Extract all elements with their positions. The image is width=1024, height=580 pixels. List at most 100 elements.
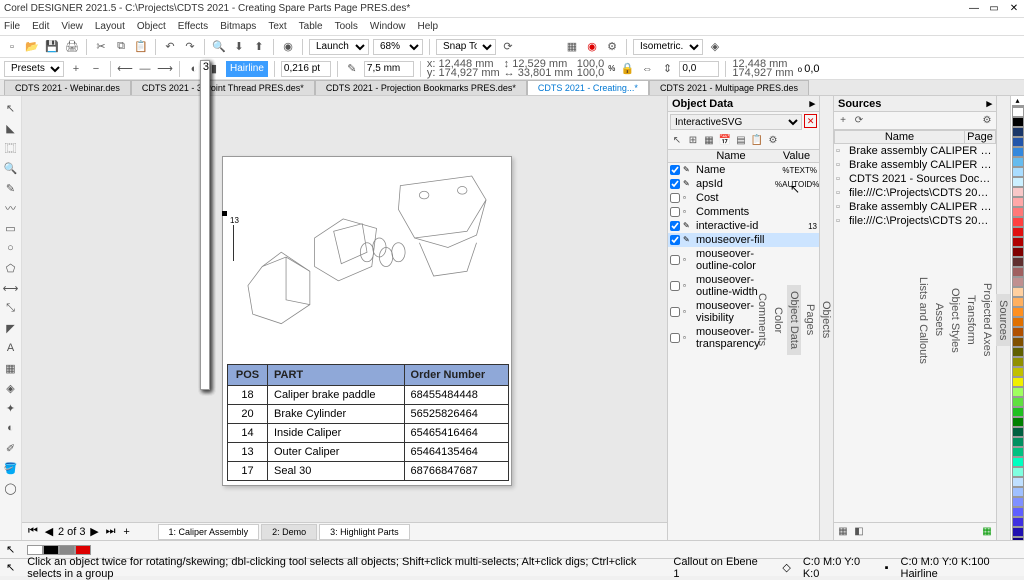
red-icon[interactable]: ◉ <box>584 39 600 55</box>
edit-icon[interactable]: ▫ <box>683 193 693 203</box>
od-btn1-icon[interactable]: ↖ <box>670 134 684 148</box>
field-checkbox[interactable] <box>670 281 680 291</box>
field-checkbox[interactable] <box>670 235 680 245</box>
menu-layout[interactable]: Layout <box>95 21 125 32</box>
object-data-row[interactable]: ▫Cost <box>668 191 819 205</box>
edit-icon[interactable]: ▫ <box>683 255 693 265</box>
od-btn5-icon[interactable]: ▤ <box>734 134 748 148</box>
outline-width-field[interactable]: Hairline <box>226 61 268 77</box>
color-swatch[interactable] <box>1012 237 1024 247</box>
color-swatch[interactable] <box>1012 257 1024 267</box>
callout-tool-icon[interactable]: ◤ <box>3 320 19 336</box>
edit-icon[interactable]: ✎ <box>683 235 693 245</box>
od-btn7-icon[interactable]: ⚙ <box>766 134 780 148</box>
color-swatch[interactable] <box>1012 367 1024 377</box>
field-checkbox[interactable] <box>670 193 680 203</box>
swatch[interactable] <box>43 545 59 555</box>
line-style-icon[interactable]: — <box>137 61 153 77</box>
color-swatch[interactable] <box>1012 417 1024 427</box>
menu-tools[interactable]: Tools <box>335 21 358 32</box>
od-btn3-icon[interactable]: ▦ <box>702 134 716 148</box>
canvas-area[interactable]: POS PART Order Number 18Caliper brake pa… <box>22 96 667 540</box>
vtab-sources[interactable]: Sources <box>996 294 1010 346</box>
new-icon[interactable]: ▫ <box>4 39 20 55</box>
color-swatch[interactable] <box>1012 407 1024 417</box>
curve-tool-icon[interactable]: 〰 <box>3 200 19 216</box>
paste-icon[interactable]: 📋 <box>133 39 149 55</box>
vtab-objects[interactable]: Objects <box>819 295 833 344</box>
color-swatch[interactable] <box>1012 287 1024 297</box>
color-swatch[interactable] <box>1012 227 1024 237</box>
text-tool-icon[interactable]: A <box>3 340 19 356</box>
first-page-icon[interactable]: ⏮ <box>26 525 40 539</box>
fill-tool-icon[interactable]: 🪣 <box>3 460 19 476</box>
color-swatch[interactable] <box>1012 157 1024 167</box>
page-tab-active[interactable]: 2: Demo <box>261 524 317 540</box>
doc-tab[interactable]: CDTS 2021 - 3-Point Thread PRES.des* <box>131 80 315 95</box>
edit-icon[interactable]: ▫ <box>683 207 693 217</box>
save-icon[interactable]: 💾 <box>44 39 60 55</box>
transparency-tool-icon[interactable]: ◐ <box>3 420 19 436</box>
edit-icon[interactable]: ✎ <box>683 221 693 231</box>
src-refresh-icon[interactable]: ⟳ <box>852 114 866 128</box>
doc-tab-active[interactable]: CDTS 2021 - Creating...* <box>527 80 649 95</box>
minimize-button[interactable]: — <box>968 3 980 15</box>
crop-tool-icon[interactable]: ⿴ <box>3 140 19 156</box>
snap-combo[interactable]: Snap To <box>436 39 496 55</box>
redo-icon[interactable]: ↷ <box>182 39 198 55</box>
next-page-icon[interactable]: ▶ <box>88 525 102 539</box>
vtab-pages[interactable]: Pages <box>803 298 817 341</box>
color-swatch[interactable] <box>1012 477 1024 487</box>
edit-icon[interactable]: ✎ <box>683 179 693 189</box>
color-swatch[interactable] <box>1012 217 1024 227</box>
color-swatch[interactable] <box>1012 397 1024 407</box>
vtab-comments[interactable]: Comments <box>755 287 769 352</box>
vtab-object-styles[interactable]: Object Styles <box>948 282 962 359</box>
vtab-assets[interactable]: Assets <box>932 297 946 342</box>
refresh-icon[interactable]: ⟳ <box>500 39 516 55</box>
color-swatch[interactable] <box>1012 427 1024 437</box>
color-swatch[interactable] <box>1012 277 1024 287</box>
object-data-row[interactable]: ✎apsId%AUTOID% <box>668 177 819 191</box>
outline-tool-icon[interactable]: ◯ <box>3 480 19 496</box>
cut-icon[interactable]: ✂ <box>93 39 109 55</box>
color-swatch[interactable] <box>1012 467 1024 477</box>
table-tool-icon[interactable]: ▦ <box>3 360 19 376</box>
eyedropper-tool-icon[interactable]: ✐ <box>3 440 19 456</box>
color-swatch[interactable] <box>1012 177 1024 187</box>
projected-tool-icon[interactable]: ◈ <box>3 380 19 396</box>
od-btn6-icon[interactable]: 📋 <box>750 134 764 148</box>
color-swatch[interactable] <box>1012 317 1024 327</box>
color-swatch[interactable] <box>1012 147 1024 157</box>
menu-text[interactable]: Text <box>268 21 286 32</box>
effects-tool-icon[interactable]: ✦ <box>3 400 19 416</box>
presets-combo[interactable]: Presets... <box>4 61 64 77</box>
doc-tab[interactable]: CDTS 2021 - Webinar.des <box>4 80 131 95</box>
print-icon[interactable]: 🖨 <box>64 39 80 55</box>
page-tab[interactable]: 1: Caliper Assembly <box>158 524 260 540</box>
object-data-row[interactable]: ✎interactive-id13 <box>668 219 819 233</box>
vtab-transform[interactable]: Transform <box>964 289 978 351</box>
color-swatch[interactable] <box>1012 207 1024 217</box>
add-page-icon[interactable]: + <box>120 525 134 539</box>
color-swatch[interactable] <box>1012 487 1024 497</box>
src-options-icon[interactable]: ⚙ <box>980 114 994 128</box>
schema-combo[interactable]: InteractiveSVG <box>670 114 802 130</box>
source-row[interactable]: ▫file:///C:\Projects\CDTS 2021 - Crea...… <box>834 186 996 200</box>
color-swatch[interactable] <box>1012 527 1024 537</box>
zoom-tool-icon[interactable]: 🔍 <box>3 160 19 176</box>
src-foot3-icon[interactable]: ▦ <box>980 525 994 539</box>
source-row[interactable]: ▫Brake assembly CALIPER LIST.xls3 <box>834 200 996 214</box>
lock-icon[interactable]: 🔒 <box>619 61 635 77</box>
shape-tool-icon[interactable]: ◣ <box>3 120 19 136</box>
color-swatch[interactable] <box>1012 297 1024 307</box>
field-checkbox[interactable] <box>670 179 680 189</box>
source-row[interactable]: ▫CDTS 2021 - Sources Docker PRES....2 <box>834 172 996 186</box>
doc-tab[interactable]: CDTS 2021 - Projection Bookmarks PRES.de… <box>315 80 527 95</box>
field-checkbox[interactable] <box>670 207 680 217</box>
line-end1-icon[interactable]: ⟵ <box>117 61 133 77</box>
color-swatch[interactable] <box>1012 117 1024 127</box>
page-tab[interactable]: 3: Highlight Parts <box>319 524 410 540</box>
import-icon[interactable]: ⬇ <box>231 39 247 55</box>
source-row[interactable]: ▫file:///C:\Projects\CDTS 2021 - Crea...… <box>834 214 996 228</box>
